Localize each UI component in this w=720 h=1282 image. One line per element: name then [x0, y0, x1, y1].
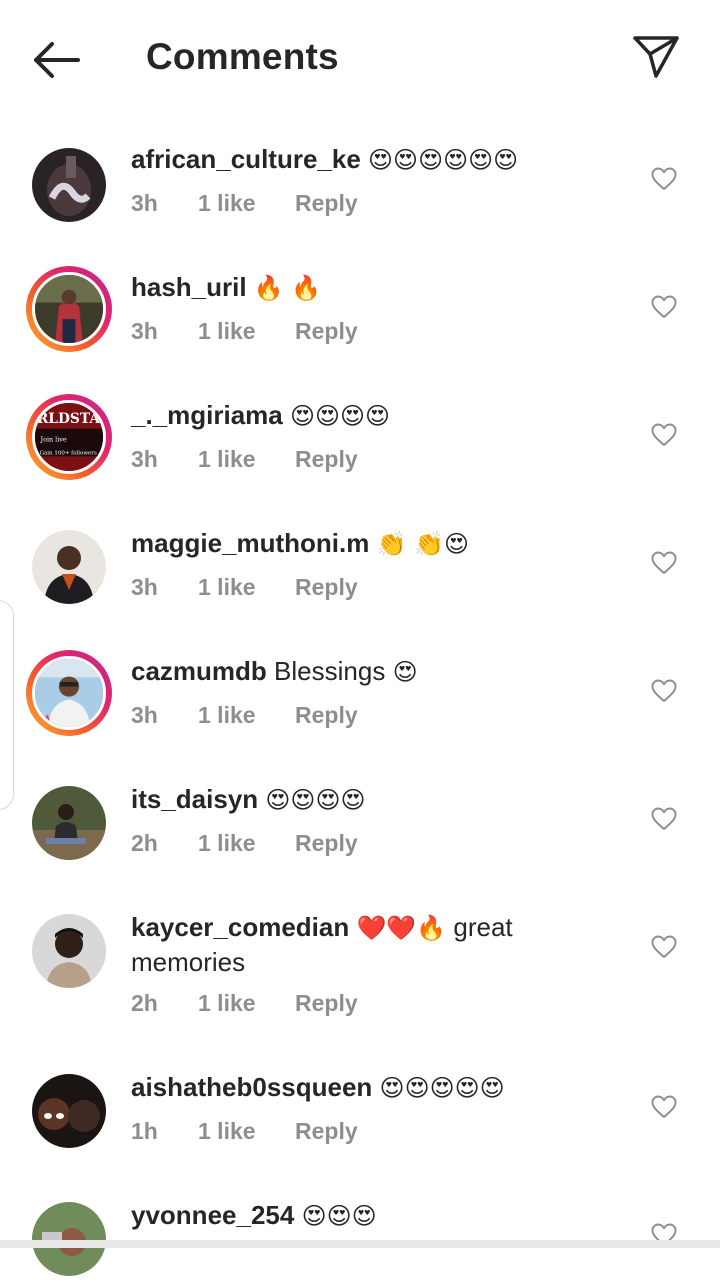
- avatar[interactable]: [26, 524, 112, 610]
- heart-icon[interactable]: [651, 1095, 677, 1119]
- comment-time: 2h: [131, 990, 158, 1016]
- comment-emoji: 👏 👏😍: [376, 530, 470, 558]
- comment-text: maggie_muthoni.m 👏 👏😍: [131, 526, 561, 561]
- avatar-with-story-ring[interactable]: RLDSTAR Join live Gain 100+ followers: [26, 394, 112, 480]
- comments-list: african_culture_ke 😍😍😍😍😍😍 3h 1 like Repl…: [0, 0, 720, 1276]
- avatar-with-story-ring[interactable]: [26, 266, 112, 352]
- comment-username[interactable]: maggie_muthoni.m: [131, 528, 369, 558]
- avatar-text: Join live: [40, 436, 67, 444]
- comment-username[interactable]: kaycer_comedian: [131, 912, 349, 942]
- reply-button[interactable]: Reply: [295, 830, 358, 857]
- comment-time: 3h: [131, 190, 158, 216]
- comment-emoji: 😍😍😍😍😍😍: [368, 146, 519, 174]
- edge-panel-handle[interactable]: [0, 600, 14, 810]
- avatar-text: RLDSTAR: [37, 411, 103, 427]
- comment-body: Blessings: [274, 656, 386, 686]
- heart-icon[interactable]: [651, 423, 677, 447]
- comment-text: cazmumdb Blessings 😍: [131, 654, 561, 689]
- comment-username[interactable]: hash_uril: [131, 272, 247, 302]
- avatar-with-story-ring[interactable]: [26, 650, 112, 736]
- comment-username[interactable]: yvonnee_254: [131, 1200, 294, 1230]
- heart-icon[interactable]: [651, 679, 677, 703]
- reply-button[interactable]: Reply: [295, 702, 358, 729]
- avatar-text: Gain 100+ followers: [40, 450, 97, 456]
- comment-emoji: 😍: [392, 658, 418, 686]
- comment-text: yvonnee_254 😍😍😍: [131, 1198, 561, 1233]
- comment-emoji: ❤️❤️🔥: [356, 914, 447, 942]
- comment-likes[interactable]: 1 like: [198, 446, 256, 473]
- comment-text: its_daisyn 😍😍😍😍: [131, 782, 561, 817]
- comment-text: african_culture_ke 😍😍😍😍😍😍: [131, 142, 561, 177]
- reply-button[interactable]: Reply: [295, 990, 358, 1017]
- reply-button[interactable]: Reply: [295, 318, 358, 345]
- comment-likes[interactable]: 1 like: [198, 830, 256, 857]
- comment-time: 3h: [131, 318, 158, 344]
- comment-likes[interactable]: 1 like: [198, 702, 256, 729]
- comment-emoji: 😍😍😍😍😍: [379, 1074, 505, 1102]
- comment-likes[interactable]: 1 like: [198, 190, 256, 217]
- comment-likes[interactable]: 1 like: [198, 990, 256, 1017]
- reply-button[interactable]: Reply: [295, 446, 358, 473]
- avatar[interactable]: [26, 908, 112, 994]
- comment-input-bar-edge: [0, 1240, 720, 1248]
- avatar[interactable]: [26, 780, 112, 866]
- comment-likes[interactable]: 1 like: [198, 318, 256, 345]
- comment-text: kaycer_comedian ❤️❤️🔥 great memories: [131, 910, 561, 979]
- comment-likes[interactable]: 1 like: [198, 574, 256, 601]
- comment-username[interactable]: african_culture_ke: [131, 144, 361, 174]
- comment-text: _._mgiriama 😍😍😍😍: [131, 398, 561, 433]
- heart-icon[interactable]: [651, 295, 677, 319]
- comment-time: 3h: [131, 446, 158, 472]
- avatar[interactable]: [26, 142, 112, 228]
- heart-icon[interactable]: [651, 807, 677, 831]
- comment-text: aishatheb0ssqueen 😍😍😍😍😍: [131, 1070, 561, 1105]
- comment-username[interactable]: aishatheb0ssqueen: [131, 1072, 372, 1102]
- comment-emoji: 😍😍😍😍: [289, 402, 391, 430]
- reply-button[interactable]: Reply: [295, 1118, 358, 1145]
- comment-text: hash_uril 🔥 🔥: [131, 270, 561, 305]
- avatar[interactable]: [26, 1196, 112, 1282]
- comment-likes[interactable]: 1 like: [198, 1118, 256, 1145]
- heart-icon[interactable]: [651, 935, 677, 959]
- comment-emoji: 😍😍😍😍: [265, 786, 366, 814]
- comment-time: 3h: [131, 702, 158, 728]
- comment-emoji: 🔥 🔥: [253, 274, 322, 302]
- reply-button[interactable]: Reply: [295, 190, 358, 217]
- comment-time: 2h: [131, 830, 158, 856]
- comment-emoji: 😍😍😍: [301, 1202, 377, 1230]
- comment-username[interactable]: its_daisyn: [131, 784, 258, 814]
- avatar[interactable]: [26, 1068, 112, 1154]
- comment-username[interactable]: _._mgiriama: [131, 400, 283, 430]
- heart-icon[interactable]: [651, 167, 677, 191]
- comment-username[interactable]: cazmumdb: [131, 656, 267, 686]
- comment-time: 1h: [131, 1118, 158, 1144]
- reply-button[interactable]: Reply: [295, 574, 358, 601]
- heart-icon[interactable]: [651, 551, 677, 575]
- comment-time: 3h: [131, 574, 158, 600]
